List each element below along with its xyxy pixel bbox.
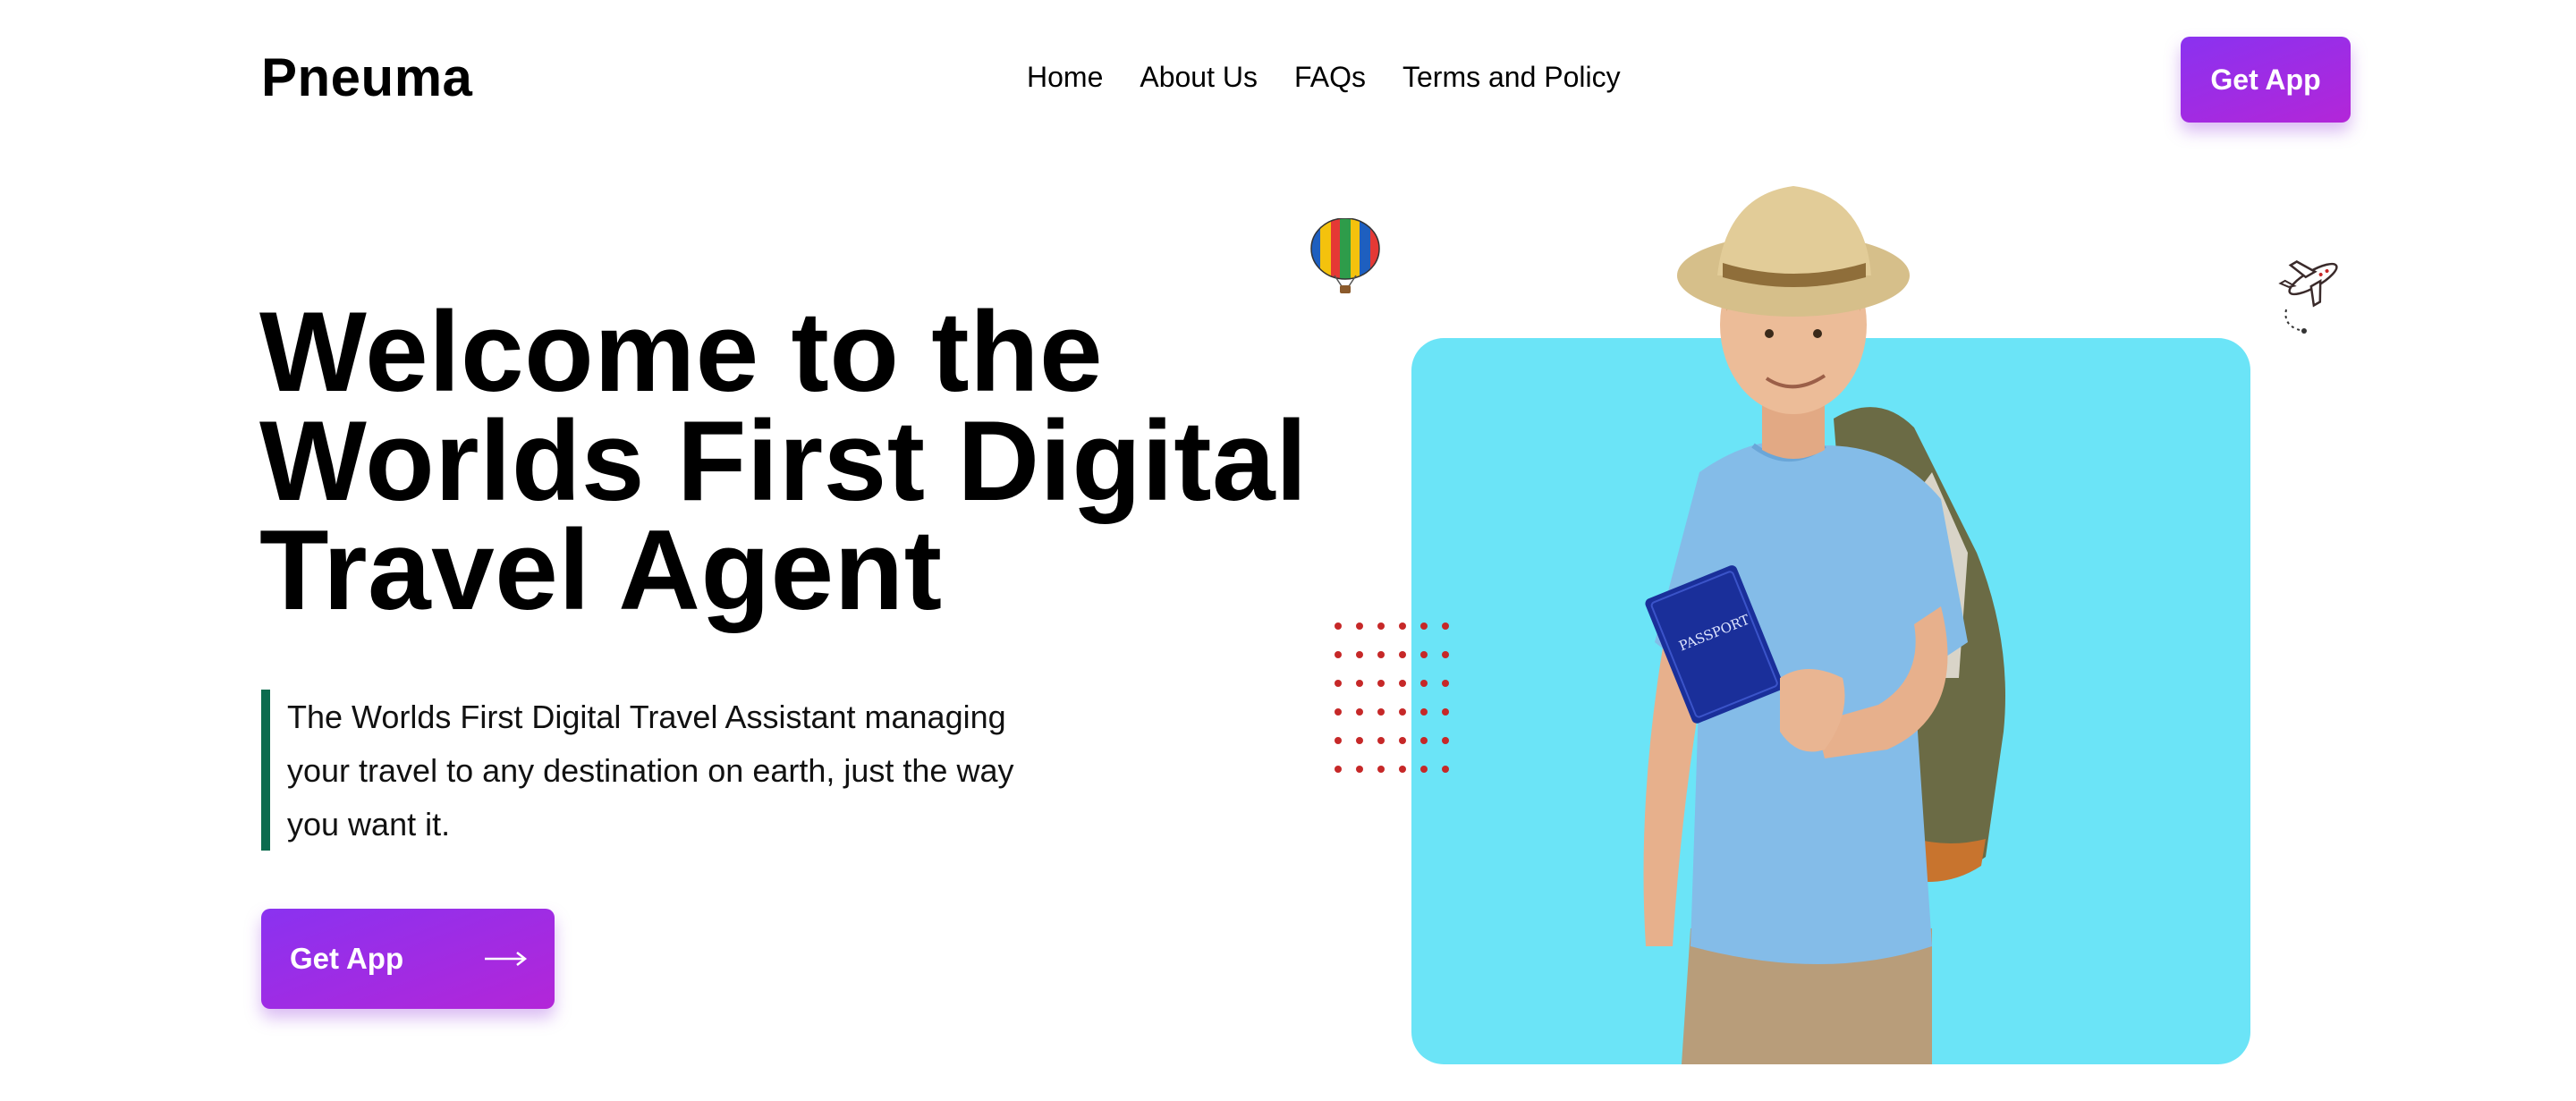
hero-title-line: Travel Agent — [259, 506, 943, 633]
decoration-dot — [1377, 680, 1385, 687]
decoration-dot — [1442, 680, 1449, 687]
nav-item-home[interactable]: Home — [1027, 61, 1103, 94]
hero-title: Welcome to the Worlds First Digital Trav… — [259, 288, 1333, 633]
traveler-photo: PASSPORT — [1643, 186, 2005, 1064]
main-nav: Home About Us FAQs Terms and Policy — [1027, 61, 1621, 94]
decoration-dot — [1420, 622, 1428, 630]
decoration-dot — [1377, 708, 1385, 716]
decoration-dot — [1335, 737, 1342, 744]
decoration-dot — [1356, 651, 1363, 658]
decoration-dot — [1399, 766, 1406, 773]
hero-title-line: Worlds First Digital — [259, 397, 1308, 524]
header-get-app-button[interactable]: Get App — [2181, 37, 2351, 123]
decoration-dot — [1377, 622, 1385, 630]
decoration-dot — [1420, 766, 1428, 773]
hero-get-app-button[interactable]: Get App — [261, 909, 555, 1009]
nav-item-faqs[interactable]: FAQs — [1294, 61, 1366, 94]
hero-description: The Worlds First Digital Travel Assistan… — [287, 690, 1056, 851]
decoration-dot — [1335, 651, 1342, 658]
decoration-dot — [1420, 737, 1428, 744]
decoration-dot — [1377, 737, 1385, 744]
decoration-dot — [1335, 708, 1342, 716]
decoration-dot — [1420, 651, 1428, 658]
decoration-dot — [1356, 708, 1363, 716]
decoration-dot — [1356, 766, 1363, 773]
arrow-right-icon — [485, 952, 528, 966]
decoration-dot — [1335, 680, 1342, 687]
decoration-dot — [1442, 622, 1449, 630]
hero-description-line: you want it. — [287, 806, 451, 843]
nav-item-about-us[interactable]: About Us — [1140, 61, 1258, 94]
decoration-dot — [1442, 737, 1449, 744]
hero-description-line: your travel to any destination on earth,… — [287, 752, 1014, 789]
landing-page: Pneuma Home About Us FAQs Terms and Poli… — [0, 0, 2576, 1101]
decoration-dot — [1442, 766, 1449, 773]
decoration-dot — [1420, 680, 1428, 687]
decoration-dot — [1377, 766, 1385, 773]
quote-accent-bar — [261, 690, 270, 851]
decoration-dot — [1442, 651, 1449, 658]
decoration-dot — [1356, 737, 1363, 744]
airplane-icon — [2278, 260, 2338, 334]
decoration-dot — [1356, 622, 1363, 630]
decoration-dot — [1377, 651, 1385, 658]
dot-grid-decoration — [1335, 622, 1449, 773]
decoration-dot — [1335, 766, 1342, 773]
decoration-dot — [1399, 737, 1406, 744]
nav-item-terms-and-policy[interactable]: Terms and Policy — [1402, 61, 1621, 94]
hot-air-balloon-icon — [1310, 218, 1380, 293]
decoration-dot — [1335, 622, 1342, 630]
hero-description-line: The Worlds First Digital Travel Assistan… — [287, 699, 1006, 735]
decoration-dot — [1399, 680, 1406, 687]
decoration-dot — [1356, 680, 1363, 687]
decoration-dot — [1442, 708, 1449, 716]
hero-get-app-label: Get App — [290, 942, 404, 975]
decoration-dot — [1420, 708, 1428, 716]
decoration-dot — [1399, 651, 1406, 658]
brand-logo[interactable]: Pneuma — [261, 47, 472, 108]
decoration-dot — [1399, 622, 1406, 630]
decoration-dot — [1399, 708, 1406, 716]
hero-title-line: Welcome to the — [259, 288, 1104, 415]
